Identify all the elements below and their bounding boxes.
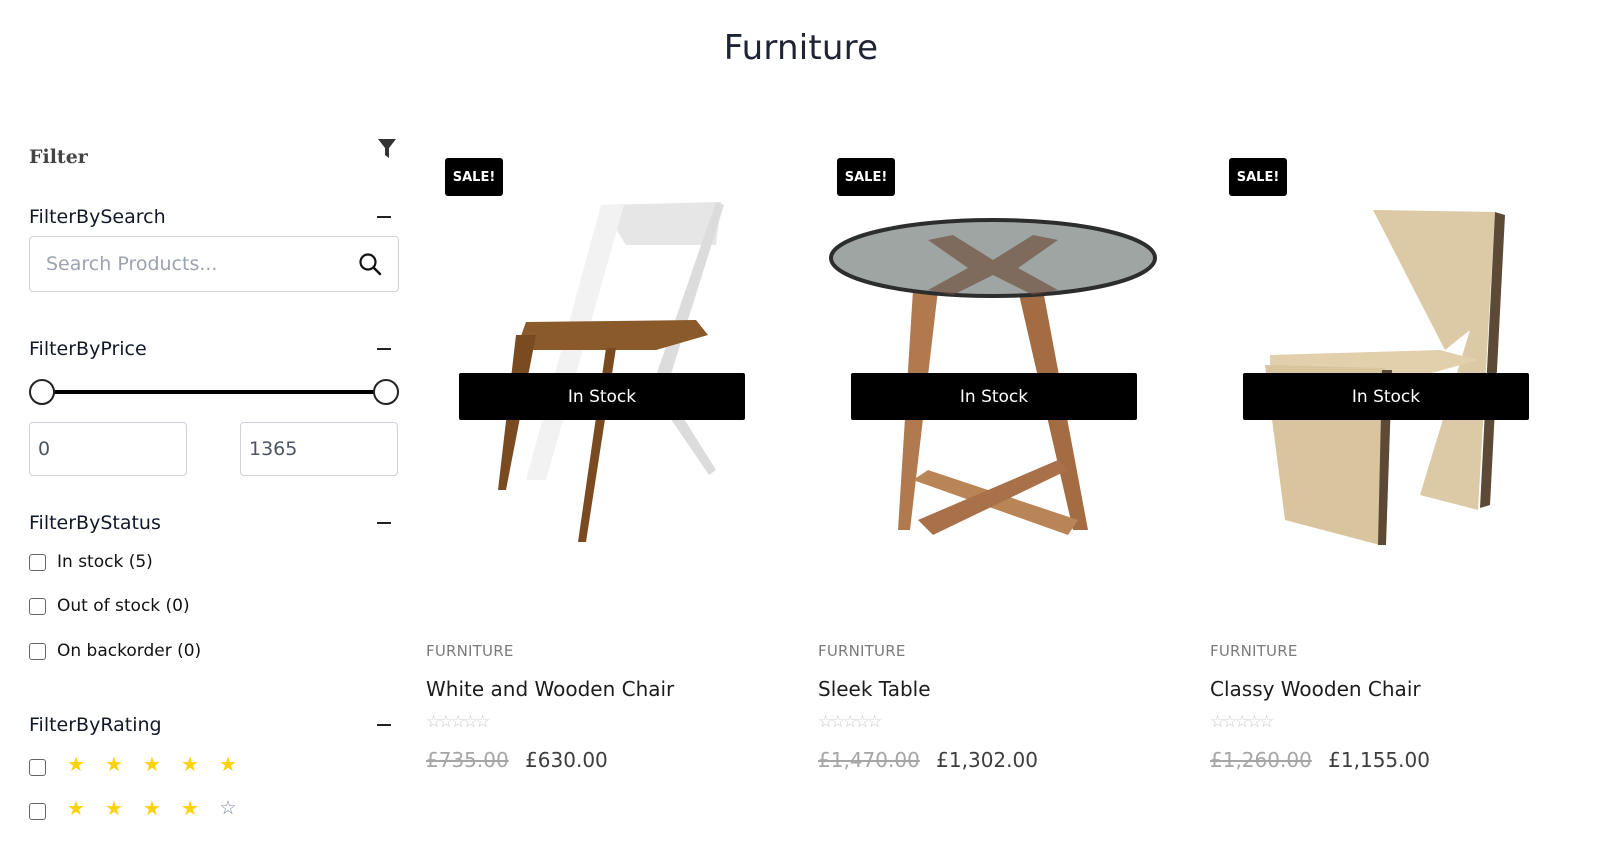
page-title: Furniture (723, 28, 879, 68)
sale-badge: SALE! (445, 158, 503, 196)
product-rating-stars: ☆☆☆☆☆ (1210, 712, 1274, 732)
filter-by-search-title: FilterBySearch (29, 206, 166, 228)
rating-option-4[interactable]: ★ ★ ★ ★ ☆ (29, 796, 247, 820)
star-filled-icon: ★ (181, 796, 199, 820)
in-stock-checkbox[interactable] (29, 553, 46, 571)
search-box (29, 236, 399, 292)
sale-badge: SALE! (837, 158, 895, 196)
star-empty-icon: ☆ (450, 712, 466, 732)
collapse-rating-icon[interactable] (377, 724, 391, 726)
rating-5-checkbox[interactable] (29, 758, 46, 776)
search-input[interactable] (30, 237, 350, 291)
product-price: £1,260.00 £1,155.00 (1210, 748, 1430, 772)
star-empty-icon: ☆ (426, 712, 441, 732)
product-card[interactable]: SALE! In Stock FURNITURE White and Woode… (426, 150, 786, 790)
product-name[interactable]: White and Wooden Chair (426, 677, 674, 701)
product-price: £735.00 £630.00 (426, 748, 608, 772)
classy-wooden-chair-image (1265, 210, 1505, 545)
status-option-out-of-stock[interactable]: Out of stock (0) (29, 594, 190, 618)
price-slider-min-handle[interactable] (29, 379, 55, 405)
product-rating-stars: ☆☆☆☆☆ (426, 712, 490, 732)
sale-price: £1,155.00 (1328, 748, 1430, 772)
collapse-search-icon[interactable] (377, 216, 391, 218)
filter-by-search-section: FilterBySearch (29, 206, 399, 306)
sleek-table-image (829, 218, 1157, 535)
original-price: £1,470.00 (818, 748, 920, 772)
collapse-status-icon[interactable] (377, 522, 391, 524)
status-option-in-stock[interactable]: In stock (5) (29, 550, 153, 574)
star-empty-icon: ☆ (1234, 712, 1250, 732)
product-image[interactable]: SALE! In Stock (426, 150, 786, 570)
star-empty-icon: ☆ (219, 796, 237, 819)
star-filled-icon: ★ (67, 752, 85, 776)
search-icon[interactable] (358, 252, 382, 276)
star-filled-icon: ★ (219, 752, 237, 776)
star-empty-icon: ☆ (1222, 712, 1237, 732)
star-filled-icon: ★ (105, 796, 123, 820)
in-stock-label: In stock (5) (57, 552, 153, 572)
rating-4-stars: ★ ★ ★ ★ ☆ (57, 798, 247, 818)
out-of-stock-checkbox[interactable] (29, 597, 46, 615)
funnel-icon[interactable] (377, 138, 397, 160)
star-filled-icon: ★ (67, 796, 85, 820)
product-category[interactable]: FURNITURE (1210, 642, 1298, 660)
star-empty-icon: ☆ (842, 712, 858, 732)
product-rating-stars: ☆☆☆☆☆ (818, 712, 882, 732)
star-empty-icon: ☆ (830, 712, 845, 732)
star-filled-icon: ★ (143, 752, 161, 776)
product-category[interactable]: FURNITURE (818, 642, 906, 660)
price-slider-track (41, 390, 387, 394)
star-empty-icon: ☆ (867, 712, 882, 732)
stock-status-button[interactable]: In Stock (851, 373, 1137, 420)
sale-price: £630.00 (525, 748, 608, 772)
original-price: £1,260.00 (1210, 748, 1312, 772)
product-price: £1,470.00 £1,302.00 (818, 748, 1038, 772)
sale-price: £1,302.00 (936, 748, 1038, 772)
product-image[interactable]: SALE! In Stock (1210, 150, 1570, 570)
star-empty-icon: ☆ (1259, 712, 1274, 732)
product-image[interactable]: SALE! In Stock (818, 150, 1178, 570)
price-range-slider[interactable] (29, 378, 399, 406)
filter-by-price-title: FilterByPrice (29, 338, 147, 360)
max-price-input[interactable] (240, 422, 398, 476)
out-of-stock-label: Out of stock (0) (57, 596, 190, 616)
filter-header: Filter (29, 130, 399, 170)
star-filled-icon: ★ (181, 752, 199, 776)
filter-title: Filter (29, 146, 88, 168)
product-name[interactable]: Sleek Table (818, 677, 931, 701)
original-price: £735.00 (426, 748, 509, 772)
star-empty-icon: ☆ (1210, 712, 1225, 732)
price-slider-max-handle[interactable] (373, 379, 399, 405)
filter-sidebar: Filter FilterBySearch FilterByPrice Filt… (29, 130, 399, 820)
collapse-price-icon[interactable] (377, 348, 391, 350)
star-filled-icon: ★ (143, 796, 161, 820)
star-filled-icon: ★ (105, 752, 123, 776)
star-empty-icon: ☆ (818, 712, 833, 732)
product-name[interactable]: Classy Wooden Chair (1210, 677, 1421, 701)
star-empty-icon: ☆ (1246, 712, 1262, 732)
product-card[interactable]: SALE! In Stock FURNITURE Sleek Table ☆☆☆… (818, 150, 1178, 790)
product-category[interactable]: FURNITURE (426, 642, 514, 660)
star-empty-icon: ☆ (438, 712, 453, 732)
rating-5-stars: ★ ★ ★ ★ ★ (57, 754, 247, 774)
on-backorder-label: On backorder (0) (57, 641, 202, 661)
sale-badge: SALE! (1229, 158, 1287, 196)
rating-4-checkbox[interactable] (29, 802, 46, 820)
star-empty-icon: ☆ (462, 712, 478, 732)
on-backorder-checkbox[interactable] (29, 642, 46, 660)
star-empty-icon: ☆ (475, 712, 490, 732)
status-option-on-backorder[interactable]: On backorder (0) (29, 639, 201, 663)
star-empty-icon: ☆ (854, 712, 870, 732)
filter-by-rating-title: FilterByRating (29, 714, 162, 736)
filter-by-price-section: FilterByPrice (29, 338, 399, 488)
filter-by-status-section: FilterByStatus In stock (5) Out of stock… (29, 512, 399, 672)
white-wooden-chair-image (498, 202, 724, 542)
min-price-input[interactable] (29, 422, 187, 476)
filter-by-rating-section: FilterByRating ★ ★ ★ ★ ★ ★ ★ ★ ★ ☆ (29, 714, 399, 834)
stock-status-button[interactable]: In Stock (459, 373, 745, 420)
stock-status-button[interactable]: In Stock (1243, 373, 1529, 420)
rating-option-5[interactable]: ★ ★ ★ ★ ★ (29, 752, 247, 776)
product-card[interactable]: SALE! In Stock FURNITURE Classy Wooden C… (1210, 150, 1570, 790)
filter-by-status-title: FilterByStatus (29, 512, 161, 534)
